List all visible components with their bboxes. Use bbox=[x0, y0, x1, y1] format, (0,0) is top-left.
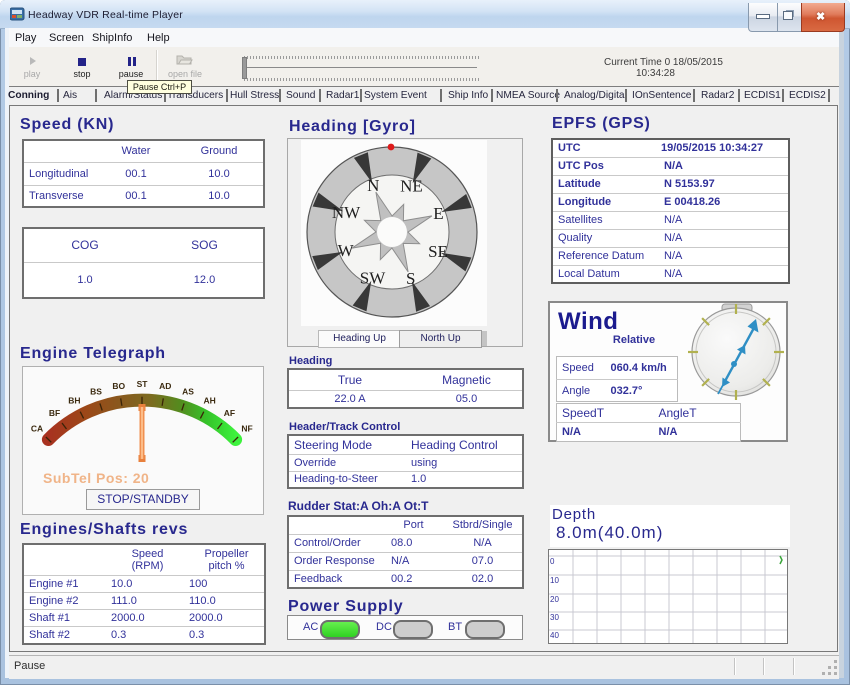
svg-text:AF: AF bbox=[224, 408, 235, 418]
svg-text:20: 20 bbox=[550, 595, 559, 604]
svg-text:0: 0 bbox=[550, 557, 555, 566]
svg-text:SW: SW bbox=[360, 269, 386, 288]
svg-text:BO: BO bbox=[112, 381, 125, 391]
svg-text:AS: AS bbox=[182, 387, 194, 397]
svg-text:NE: NE bbox=[400, 177, 423, 196]
svg-text:N: N bbox=[367, 176, 379, 195]
svg-text:S: S bbox=[406, 269, 415, 288]
svg-text:AD: AD bbox=[159, 381, 171, 391]
svg-text:AH: AH bbox=[203, 396, 215, 406]
svg-text:BS: BS bbox=[90, 387, 102, 397]
svg-text:E: E bbox=[433, 204, 443, 223]
svg-text:BH: BH bbox=[68, 396, 80, 406]
svg-text:40: 40 bbox=[550, 631, 559, 640]
svg-text:10: 10 bbox=[550, 576, 559, 585]
svg-text:BF: BF bbox=[49, 408, 60, 418]
svg-text:CA: CA bbox=[31, 423, 43, 433]
svg-text:NF: NF bbox=[241, 423, 252, 433]
svg-text:ST: ST bbox=[137, 379, 149, 389]
svg-text:SE: SE bbox=[428, 242, 448, 261]
svg-text:30: 30 bbox=[550, 613, 559, 622]
svg-text:NW: NW bbox=[332, 203, 361, 222]
svg-text:W: W bbox=[338, 241, 355, 260]
